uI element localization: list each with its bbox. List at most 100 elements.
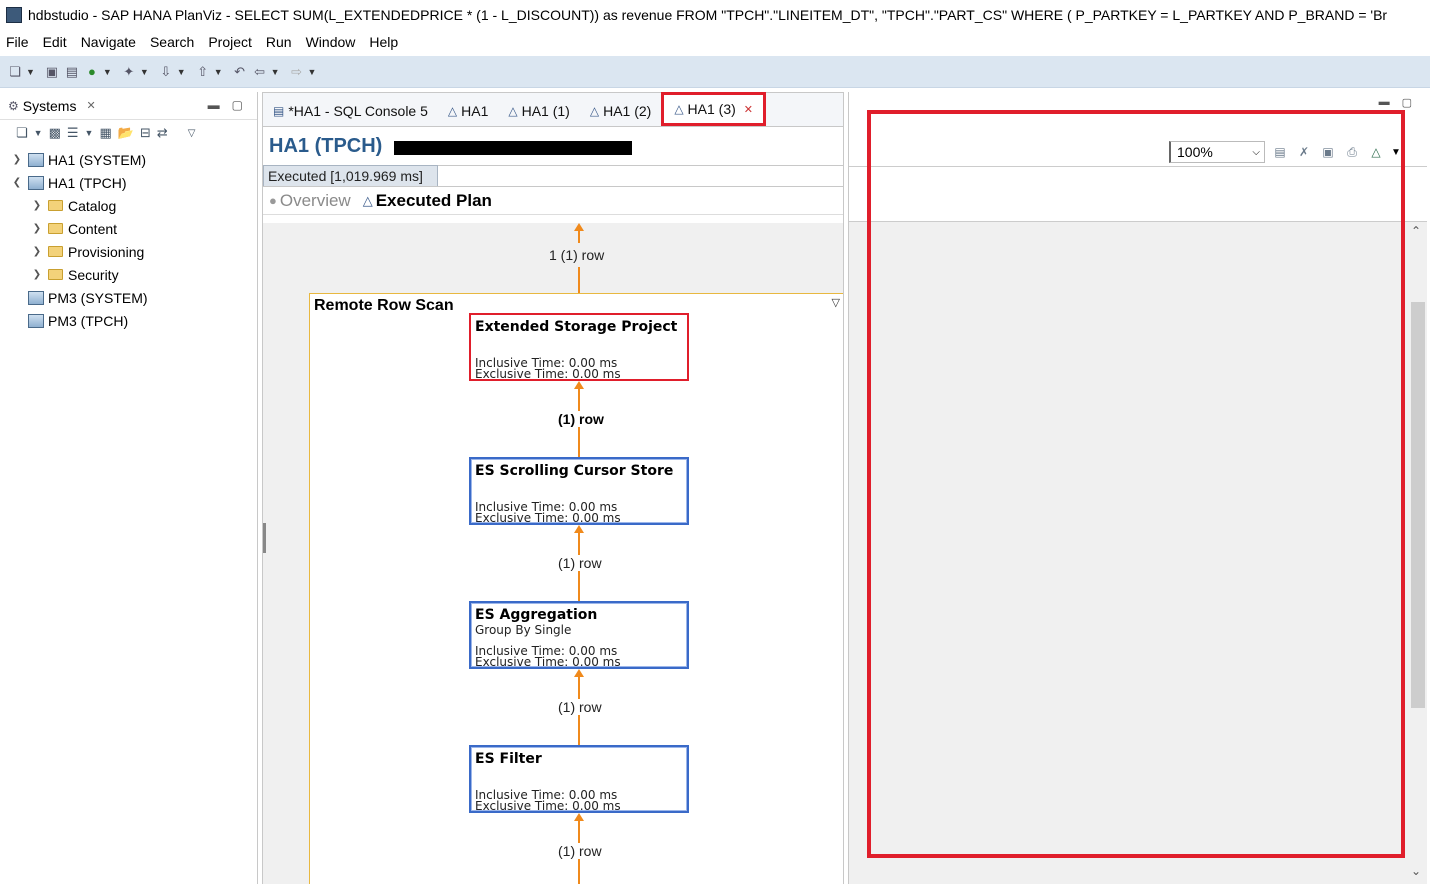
add-system-dropdown-icon[interactable]: ▼ — [34, 128, 43, 138]
tab-overview[interactable]: ● Overview — [269, 191, 351, 211]
last-edit-icon[interactable]: ↶ — [231, 63, 249, 81]
scroll-up-icon[interactable]: ⌃ — [1411, 224, 1421, 238]
sql-console-icon[interactable]: ▩ — [49, 125, 61, 141]
add-system-icon[interactable]: ❏ — [16, 125, 28, 141]
overview-icon: ● — [269, 193, 277, 208]
link-editor-icon[interactable]: ⇄ — [157, 125, 168, 141]
tree-item-ha1-tpch[interactable]: ❮ HA1 (TPCH) — [0, 171, 257, 194]
folder-icon — [48, 200, 63, 211]
menu-edit[interactable]: Edit — [43, 34, 67, 50]
back-icon[interactable]: ⇦ — [251, 63, 269, 81]
tree-item-label: Provisioning — [68, 243, 145, 260]
tree-item-security[interactable]: ❯ Security — [0, 263, 257, 286]
plan-node-es-aggregation[interactable]: ES Aggregation Group By Single Inclusive… — [469, 601, 689, 669]
plan-node-es-scrolling-cursor-store[interactable]: ES Scrolling Cursor Store Inclusive Time… — [469, 457, 689, 525]
system-icon — [28, 290, 44, 305]
tab-sql-console-5[interactable]: ▤ *HA1 - SQL Console 5 — [263, 96, 438, 126]
vertical-scrollbar[interactable]: ⌃ ⌄ — [1409, 222, 1427, 884]
chevron-right-icon[interactable]: ❯ — [30, 246, 44, 257]
minimize-icon[interactable]: ▬ — [208, 98, 220, 112]
edge-line — [578, 267, 580, 293]
run-icon[interactable]: ● — [83, 63, 101, 81]
systems-toolbar: ❏ ▼ ▩ ☰ ▼ ▦ 📂 ⊟ ⇄ ▽ — [0, 120, 257, 146]
forward-icon[interactable]: ⇨ — [288, 63, 306, 81]
plan-icon: △ — [508, 104, 518, 118]
wand-icon[interactable]: ✦ — [120, 63, 138, 81]
chevron-right-icon[interactable]: ❯ — [30, 223, 44, 234]
back-dropdown-icon[interactable]: ▼ — [271, 67, 280, 77]
maximize-icon[interactable]: ▢ — [1402, 96, 1412, 109]
tree-item-content[interactable]: ❯ Content — [0, 217, 257, 240]
scrollbar-thumb[interactable] — [1411, 302, 1425, 708]
node-exclusive-time: Exclusive Time: 0.00 ms — [475, 799, 621, 813]
scroll-down-icon[interactable]: ⌄ — [1411, 864, 1421, 878]
executed-tab[interactable]: Executed [1,019.969 ms] — [263, 165, 438, 186]
menu-navigate[interactable]: Navigate — [81, 34, 136, 50]
systems-icon: ⚙ — [8, 98, 19, 113]
save-all-icon[interactable]: ▤ — [63, 63, 81, 81]
sql-icon: ▤ — [273, 104, 285, 118]
minimize-icon[interactable]: ▬ — [1379, 96, 1390, 109]
new-dropdown-icon[interactable]: ▼ — [26, 67, 35, 77]
tree-item-pm3-tpch[interactable]: PM3 (TPCH) — [0, 309, 257, 332]
chevron-right-icon[interactable]: ❯ — [30, 269, 44, 280]
tree-item-catalog[interactable]: ❯ Catalog — [0, 194, 257, 217]
collapse-all-icon[interactable]: ⊟ — [140, 125, 151, 141]
menu-project[interactable]: Project — [208, 34, 252, 50]
tab-ha1-1[interactable]: △ HA1 (1) — [498, 96, 579, 126]
tab-label: *HA1 - SQL Console 5 — [288, 103, 428, 119]
systems-tab[interactable]: ⚙ Systems ✕ — [8, 98, 96, 114]
tab-executed-plan[interactable]: △ Executed Plan — [363, 191, 492, 211]
menu-search[interactable]: Search — [150, 34, 194, 50]
close-icon[interactable]: ✕ — [86, 99, 95, 112]
new-icon[interactable]: ❏ — [6, 63, 24, 81]
main-toolbar: ❏ ▼ ▣ ▤ ● ▼ ✦ ▼ ⇩ ▼ ⇧ ▼ ↶ ⇦ ▼ ⇨ ▼ — [0, 56, 1430, 88]
wand-dropdown-icon[interactable]: ▼ — [140, 67, 149, 77]
collapse-icon[interactable]: ▽ — [832, 296, 840, 309]
tab-ha1-2[interactable]: △ HA1 (2) — [580, 96, 661, 126]
node-title: Extended Storage Project — [475, 319, 678, 335]
plan-icon: △ — [674, 102, 684, 116]
prev-annotation-dropdown-icon[interactable]: ▼ — [214, 67, 223, 77]
node-title: ES Aggregation — [475, 607, 598, 623]
save-icon[interactable]: ▣ — [43, 63, 61, 81]
chevron-right-icon[interactable]: ❯ — [10, 154, 24, 165]
group-title: Remote Row Scan — [314, 297, 454, 314]
view-menu-icon[interactable]: ▽ — [188, 128, 196, 139]
systems-tab-header: ⚙ Systems ✕ ▬ ▢ — [0, 92, 257, 120]
run-dropdown-icon[interactable]: ▼ — [103, 67, 112, 77]
tab-ha1-3[interactable]: △ HA1 (3) ✕ — [661, 92, 766, 126]
tab-label: HA1 (2) — [603, 103, 652, 119]
plan-node-extended-storage-project[interactable]: Extended Storage Project Inclusive Time:… — [469, 313, 689, 381]
prev-annotation-icon[interactable]: ⇧ — [194, 63, 212, 81]
sash-handle[interactable] — [263, 523, 266, 553]
tree-item-pm3-system[interactable]: PM3 (SYSTEM) — [0, 286, 257, 309]
highlight-box — [867, 110, 1405, 858]
properties-icon[interactable]: ☰ — [67, 125, 79, 141]
plan-icon: △ — [447, 104, 458, 118]
menu-window[interactable]: Window — [306, 34, 356, 50]
tab-ha1[interactable]: △ HA1 — [438, 96, 498, 126]
close-icon[interactable]: ✕ — [744, 103, 753, 116]
plan-node-es-filter[interactable]: ES Filter Inclusive Time: 0.00 ms Exclus… — [469, 745, 689, 813]
chevron-right-icon[interactable]: ❯ — [30, 200, 44, 211]
table-icon[interactable]: ▦ — [99, 125, 111, 141]
node-title: ES Filter — [475, 751, 542, 767]
tab-overview-label: Overview — [279, 190, 351, 210]
tree-item-ha1-system[interactable]: ❯ HA1 (SYSTEM) — [0, 148, 257, 171]
folder-icon — [48, 269, 63, 280]
import-icon[interactable]: 📂 — [118, 125, 134, 141]
tree-item-provisioning[interactable]: ❯ Provisioning — [0, 240, 257, 263]
chevron-down-icon[interactable]: ❮ — [10, 177, 24, 188]
next-annotation-dropdown-icon[interactable]: ▼ — [177, 67, 186, 77]
folder-icon — [48, 246, 63, 257]
next-annotation-icon[interactable]: ⇩ — [157, 63, 175, 81]
properties-dropdown-icon[interactable]: ▼ — [85, 128, 94, 138]
menu-help[interactable]: Help — [369, 34, 398, 50]
maximize-icon[interactable]: ▢ — [232, 98, 243, 112]
forward-dropdown-icon[interactable]: ▼ — [308, 67, 317, 77]
page-title: HA1 (TPCH) — [269, 134, 383, 157]
menu-run[interactable]: Run — [266, 34, 292, 50]
plan-canvas[interactable]: 1 (1) row Remote Row Scan ▽ Extended Sto… — [263, 223, 843, 884]
menu-file[interactable]: File — [6, 34, 29, 50]
